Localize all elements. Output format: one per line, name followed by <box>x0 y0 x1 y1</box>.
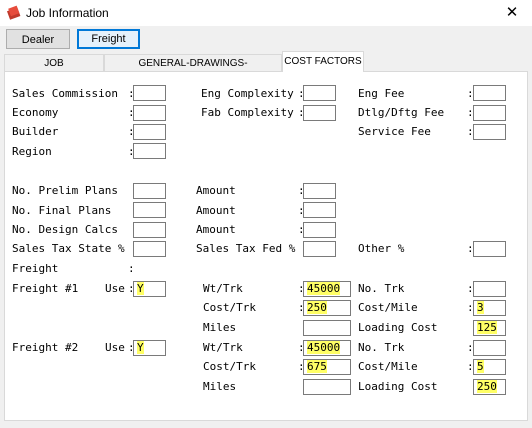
close-icon[interactable]: ✕ <box>492 0 532 26</box>
freight2-wt-trk-field[interactable]: 45000 <box>303 340 351 356</box>
sales-tax-state-label: Sales Tax State % <box>12 242 125 255</box>
freight2-cost-trk-label: Cost/Trk <box>203 360 256 373</box>
amount-label: Amount <box>196 204 236 217</box>
freight2-miles-label: Miles <box>203 380 237 393</box>
freight2-cost-trk-value: 675 <box>307 360 327 373</box>
freight1-no-trk-label: No. Trk <box>358 282 405 295</box>
freight1-cost-mile-value: 3 <box>477 301 484 314</box>
no-design-calcs-label: No. Design Calcs <box>12 223 118 236</box>
title-bar: Job Information ✕ <box>0 0 532 26</box>
freight2-cost-mile-value: 5 <box>477 360 484 373</box>
colon: : <box>128 262 135 275</box>
freight2-wt-trk-value: 45000 <box>307 341 341 354</box>
sales-commission-field[interactable] <box>133 85 166 101</box>
freight1-wt-trk-field[interactable]: 45000 <box>303 281 351 297</box>
dtlg-dftg-fee-field[interactable] <box>473 105 506 121</box>
other-pct-field[interactable] <box>473 241 506 257</box>
no-design-calcs-field[interactable] <box>133 222 166 238</box>
freight1-loading-cost-field[interactable]: 125 <box>473 320 506 336</box>
design-calcs-amount-field[interactable] <box>303 222 336 238</box>
freight2-miles-field[interactable] <box>303 379 351 395</box>
tab-job-identification[interactable]: JOB IDENTIFICATION <box>4 54 104 86</box>
economy-label: Economy <box>12 106 59 119</box>
eng-fee-label: Eng Fee <box>358 87 405 100</box>
freight2-cost-mile-field[interactable]: 5 <box>473 359 506 375</box>
amount-label: Amount <box>196 184 236 197</box>
freight1-loading-cost-value: 125 <box>477 321 497 334</box>
freight1-miles-field[interactable] <box>303 320 351 336</box>
freight2-no-trk-field[interactable] <box>473 340 506 356</box>
freight1-use-field[interactable]: Y <box>133 281 166 297</box>
freight1-loading-cost-label: Loading Cost <box>358 321 438 334</box>
freight1-wt-trk-value: 45000 <box>307 282 341 295</box>
window-title: Job Information <box>26 6 109 20</box>
economy-field[interactable] <box>133 105 166 121</box>
builder-label: Builder <box>12 125 59 138</box>
no-final-plans-label: No. Final Plans <box>12 204 112 217</box>
freight2-label: Freight #2 <box>12 341 79 354</box>
freight2-cost-mile-label: Cost/Mile <box>358 360 418 373</box>
freight-button[interactable]: Freight <box>77 29 140 49</box>
other-pct-label: Other % <box>358 242 405 255</box>
freight1-cost-mile-label: Cost/Mile <box>358 301 418 314</box>
freight2-no-trk-label: No. Trk <box>358 341 405 354</box>
builder-field[interactable] <box>133 124 166 140</box>
freight1-cost-trk-label: Cost/Trk <box>203 301 256 314</box>
freight2-use-value: Y <box>137 341 144 354</box>
freight2-use-label: Use <box>105 341 125 354</box>
freight2-loading-cost-value: 250 <box>477 380 497 393</box>
freight1-cost-trk-value: 250 <box>307 301 327 314</box>
freight1-miles-label: Miles <box>203 321 237 334</box>
freight1-use-label: Use <box>105 282 125 295</box>
eng-fee-field[interactable] <box>473 85 506 101</box>
no-prelim-plans-label: No. Prelim Plans <box>12 184 118 197</box>
freight-label: Freight <box>12 262 59 275</box>
prelim-amount-field[interactable] <box>303 183 336 199</box>
freight2-wt-trk-label: Wt/Trk <box>203 341 243 354</box>
region-field[interactable] <box>133 143 166 159</box>
sales-commission-label: Sales Commission <box>12 87 118 100</box>
dtlg-dftg-fee-label: Dtlg/Dftg Fee <box>358 106 445 119</box>
service-fee-label: Service Fee <box>358 125 431 138</box>
amount-label: Amount <box>196 223 236 236</box>
no-prelim-plans-field[interactable] <box>133 183 166 199</box>
fab-complexity-label: Fab Complexity <box>201 106 294 119</box>
freight1-wt-trk-label: Wt/Trk <box>203 282 243 295</box>
freight1-cost-mile-field[interactable]: 3 <box>473 300 506 316</box>
freight1-use-value: Y <box>137 282 144 295</box>
app-icon <box>6 5 21 20</box>
tab-general-drawings-calculations[interactable]: GENERAL-DRAWINGS-CALCULATIONS <box>104 54 282 86</box>
eng-complexity-label: Eng Complexity <box>201 87 294 100</box>
freight2-cost-trk-field[interactable]: 675 <box>303 359 351 375</box>
freight1-no-trk-field[interactable] <box>473 281 506 297</box>
freight1-cost-trk-field[interactable]: 250 <box>303 300 351 316</box>
final-amount-field[interactable] <box>303 202 336 218</box>
freight2-loading-cost-label: Loading Cost <box>358 380 438 393</box>
eng-complexity-field[interactable] <box>303 85 336 101</box>
fab-complexity-field[interactable] <box>303 105 336 121</box>
sales-tax-fed-field[interactable] <box>303 241 336 257</box>
region-label: Region <box>12 145 52 158</box>
freight1-label: Freight #1 <box>12 282 79 295</box>
sales-tax-state-field[interactable] <box>133 241 166 257</box>
sales-tax-fed-label: Sales Tax Fed % <box>196 242 296 255</box>
no-final-plans-field[interactable] <box>133 202 166 218</box>
tab-cost-factors[interactable]: COST FACTORS <box>282 51 364 72</box>
service-fee-field[interactable] <box>473 124 506 140</box>
dealer-button[interactable]: Dealer <box>6 29 70 49</box>
freight2-use-field[interactable]: Y <box>133 340 166 356</box>
freight2-loading-cost-field[interactable]: 250 <box>473 379 506 395</box>
